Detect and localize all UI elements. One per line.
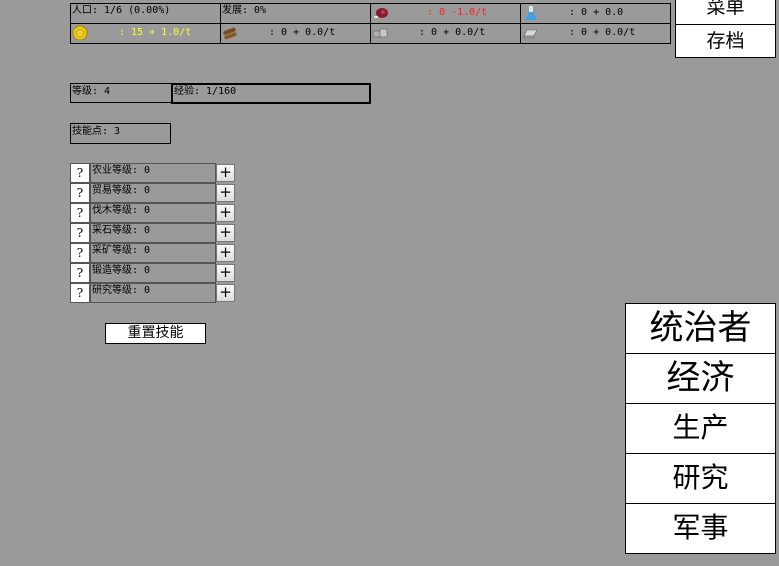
flask-icon bbox=[525, 6, 537, 20]
add-skill-button[interactable]: + bbox=[216, 244, 235, 262]
reset-skills-button[interactable]: 重置技能 bbox=[105, 323, 206, 344]
development-text: 发展: 0% bbox=[222, 5, 267, 16]
skill-label: 伐木等级: 0 bbox=[90, 203, 216, 223]
gold-cell: : 15 + 1.0/t bbox=[70, 23, 221, 44]
research-text: : 0 + 0.0 bbox=[569, 7, 624, 18]
metal-cell: : 0 + 0.0/t bbox=[520, 23, 671, 44]
wood-text: : 0 + 0.0/t bbox=[269, 27, 336, 38]
metal-ingot-icon bbox=[523, 29, 538, 39]
population-cell: 人口: 1/6 (0.00%) bbox=[70, 3, 221, 24]
research-cell: : 0 + 0.0 bbox=[520, 3, 671, 24]
help-icon[interactable]: ? bbox=[70, 163, 90, 183]
wood-logs-icon bbox=[223, 27, 237, 40]
help-icon[interactable]: ? bbox=[70, 183, 90, 203]
food-cell: : 0 -1.0/t bbox=[370, 3, 521, 24]
help-icon[interactable]: ? bbox=[70, 263, 90, 283]
nav-research-button[interactable]: 研究 bbox=[625, 453, 776, 504]
skill-points-box: 技能点: 3 bbox=[70, 123, 171, 144]
help-icon[interactable]: ? bbox=[70, 243, 90, 263]
nav-ruler-button[interactable]: 统治者 bbox=[625, 303, 776, 354]
development-cell: 发展: 0% bbox=[220, 3, 371, 24]
nav-production-label: 生产 bbox=[672, 411, 729, 444]
nav-economy-button[interactable]: 经济 bbox=[625, 353, 776, 404]
help-icon[interactable]: ? bbox=[70, 283, 90, 303]
skill-label: 农业等级: 0 bbox=[90, 163, 216, 183]
nav-research-label: 研究 bbox=[672, 461, 729, 494]
stone-cell: : 0 + 0.0/t bbox=[370, 23, 521, 44]
save-button[interactable]: 存档 bbox=[675, 24, 776, 58]
gold-text: : 15 + 1.0/t bbox=[119, 27, 192, 38]
add-skill-button[interactable]: + bbox=[216, 184, 235, 202]
add-skill-button[interactable]: + bbox=[216, 224, 235, 242]
skill-label: 采石等级: 0 bbox=[90, 223, 216, 243]
add-skill-button[interactable]: + bbox=[216, 164, 235, 182]
help-icon[interactable]: ? bbox=[70, 203, 90, 223]
skill-label: 锻造等级: 0 bbox=[90, 263, 216, 283]
level-box: 等级: 4 bbox=[70, 83, 172, 103]
wood-cell: : 0 + 0.0/t bbox=[220, 23, 371, 44]
metal-text: : 0 + 0.0/t bbox=[569, 27, 636, 38]
experience-bar: 经验: 1/160 bbox=[171, 83, 371, 104]
gold-coin-icon bbox=[72, 25, 88, 41]
nav-economy-label: 经济 bbox=[666, 358, 735, 398]
menu-button[interactable]: 菜单 bbox=[675, 0, 776, 25]
food-text: : 0 -1.0/t bbox=[427, 7, 488, 18]
add-skill-button[interactable]: + bbox=[216, 284, 235, 302]
meat-icon bbox=[374, 8, 388, 18]
stone-icon bbox=[372, 28, 388, 38]
save-button-label: 存档 bbox=[706, 30, 745, 52]
stone-text: : 0 + 0.0/t bbox=[419, 27, 486, 38]
add-skill-button[interactable]: + bbox=[216, 204, 235, 222]
menu-button-label: 菜单 bbox=[706, 0, 745, 18]
nav-military-button[interactable]: 军事 bbox=[625, 503, 776, 554]
nav-production-button[interactable]: 生产 bbox=[625, 403, 776, 454]
add-skill-button[interactable]: + bbox=[216, 264, 235, 282]
skill-label: 研究等级: 0 bbox=[90, 283, 216, 303]
nav-ruler-label: 统治者 bbox=[649, 308, 752, 348]
nav-military-label: 军事 bbox=[672, 511, 729, 544]
skill-label: 采矿等级: 0 bbox=[90, 243, 216, 263]
skill-label: 贸易等级: 0 bbox=[90, 183, 216, 203]
help-icon[interactable]: ? bbox=[70, 223, 90, 243]
population-text: 人口: 1/6 (0.00%) bbox=[72, 5, 171, 16]
reset-skills-label: 重置技能 bbox=[127, 325, 184, 341]
